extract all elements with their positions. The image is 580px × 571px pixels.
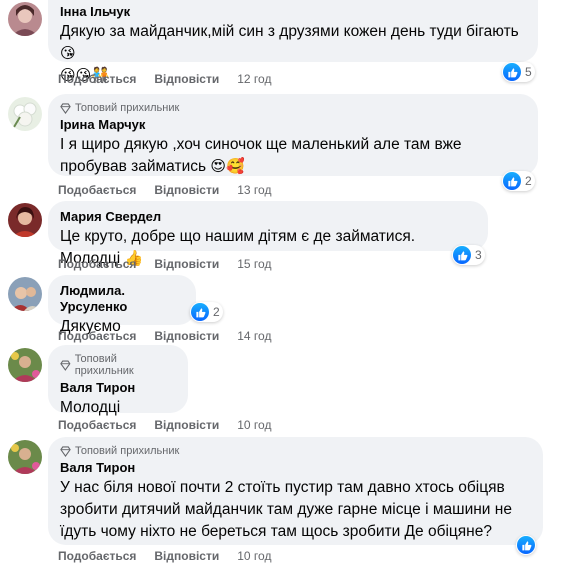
- like-icon: [503, 172, 521, 190]
- reaction-count[interactable]: 2: [502, 171, 535, 191]
- reply-button[interactable]: Відповісти: [154, 329, 219, 343]
- comment-bubble: Людмила. Урсуленко Дякуємо: [48, 275, 196, 335]
- comment-actions: Подобається Відповісти 14 год: [58, 329, 271, 343]
- emoji: 😘: [60, 45, 76, 62]
- comment-bubble: Топовий прихильник Валя Тирон У нас біля…: [48, 437, 543, 545]
- like-button[interactable]: Подобається: [58, 72, 136, 86]
- comment-bubble: Інна Ільчук Дякую за майданчик,мій син з…: [48, 0, 538, 84]
- comment-actions: Подобається Відповісти 12 год: [58, 72, 271, 86]
- emoji: 😍🥰: [210, 158, 245, 175]
- diamond-icon: [60, 102, 71, 114]
- reply-button[interactable]: Відповісти: [154, 183, 219, 197]
- reply-button[interactable]: Відповісти: [154, 257, 219, 271]
- reaction-badge[interactable]: [516, 535, 536, 555]
- comment-author[interactable]: Ірина Марчук: [60, 117, 526, 133]
- reaction-count[interactable]: 2: [190, 302, 223, 322]
- like-icon: [503, 63, 521, 81]
- comment-bubble: Топовий прихильник Валя Тирон Молодці: [48, 345, 188, 416]
- avatar[interactable]: [8, 348, 42, 382]
- comment-actions: Подобається Відповісти 10 год: [58, 549, 271, 563]
- comment-author[interactable]: Мария Свердел: [60, 209, 476, 225]
- top-fan-badge: Топовий прихильник: [60, 445, 531, 457]
- comment-author[interactable]: Валя Тирон: [60, 380, 176, 396]
- comment-author[interactable]: Валя Тирон: [60, 460, 531, 476]
- reply-button[interactable]: Відповісти: [154, 549, 219, 563]
- timestamp[interactable]: 12 год: [237, 72, 271, 86]
- comment-actions: Подобається Відповісти 13 год: [58, 183, 271, 197]
- comment-bubble: Мария Свердел Це круто, добре що нашим д…: [48, 201, 488, 267]
- top-fan-badge: Топовий прихильник: [60, 353, 176, 377]
- timestamp[interactable]: 10 год: [237, 418, 271, 432]
- comment-author[interactable]: Людмила. Урсуленко: [60, 283, 184, 315]
- comment-author[interactable]: Інна Ільчук: [60, 4, 526, 20]
- timestamp[interactable]: 10 год: [237, 549, 271, 563]
- comment-text: Молодці: [60, 399, 121, 416]
- comment-text: У нас біля нової почти 2 стоїть пустир т…: [60, 479, 512, 540]
- reaction-count[interactable]: 5: [502, 62, 535, 82]
- avatar[interactable]: [8, 203, 42, 237]
- like-button[interactable]: Подобається: [58, 418, 136, 432]
- reply-button[interactable]: Відповісти: [154, 72, 219, 86]
- diamond-icon: [60, 360, 71, 371]
- like-icon: [453, 246, 471, 264]
- like-button[interactable]: Подобається: [58, 183, 136, 197]
- comment-actions: Подобається Відповісти 10 год: [58, 418, 271, 432]
- timestamp[interactable]: 13 год: [237, 183, 271, 197]
- comment-text: І я щиро дякую ,хоч синочок ще маленький…: [60, 136, 462, 175]
- top-fan-badge: Топовий прихильник: [60, 102, 526, 114]
- timestamp[interactable]: 15 год: [237, 257, 271, 271]
- avatar[interactable]: [8, 97, 42, 131]
- like-button[interactable]: Подобається: [58, 549, 136, 563]
- timestamp[interactable]: 14 год: [237, 329, 271, 343]
- comment-bubble: Топовий прихильник Ірина Марчук І я щиро…: [48, 94, 538, 176]
- comment-actions: Подобається Відповісти 15 год: [58, 257, 271, 271]
- like-icon: [191, 303, 209, 321]
- like-icon: [517, 536, 535, 554]
- avatar[interactable]: [8, 440, 42, 474]
- like-button[interactable]: Подобається: [58, 257, 136, 271]
- avatar[interactable]: [8, 2, 42, 36]
- reaction-count[interactable]: 3: [452, 245, 485, 265]
- like-button[interactable]: Подобається: [58, 329, 136, 343]
- diamond-icon: [60, 445, 71, 457]
- avatar[interactable]: [8, 277, 42, 311]
- reply-button[interactable]: Відповісти: [154, 418, 219, 432]
